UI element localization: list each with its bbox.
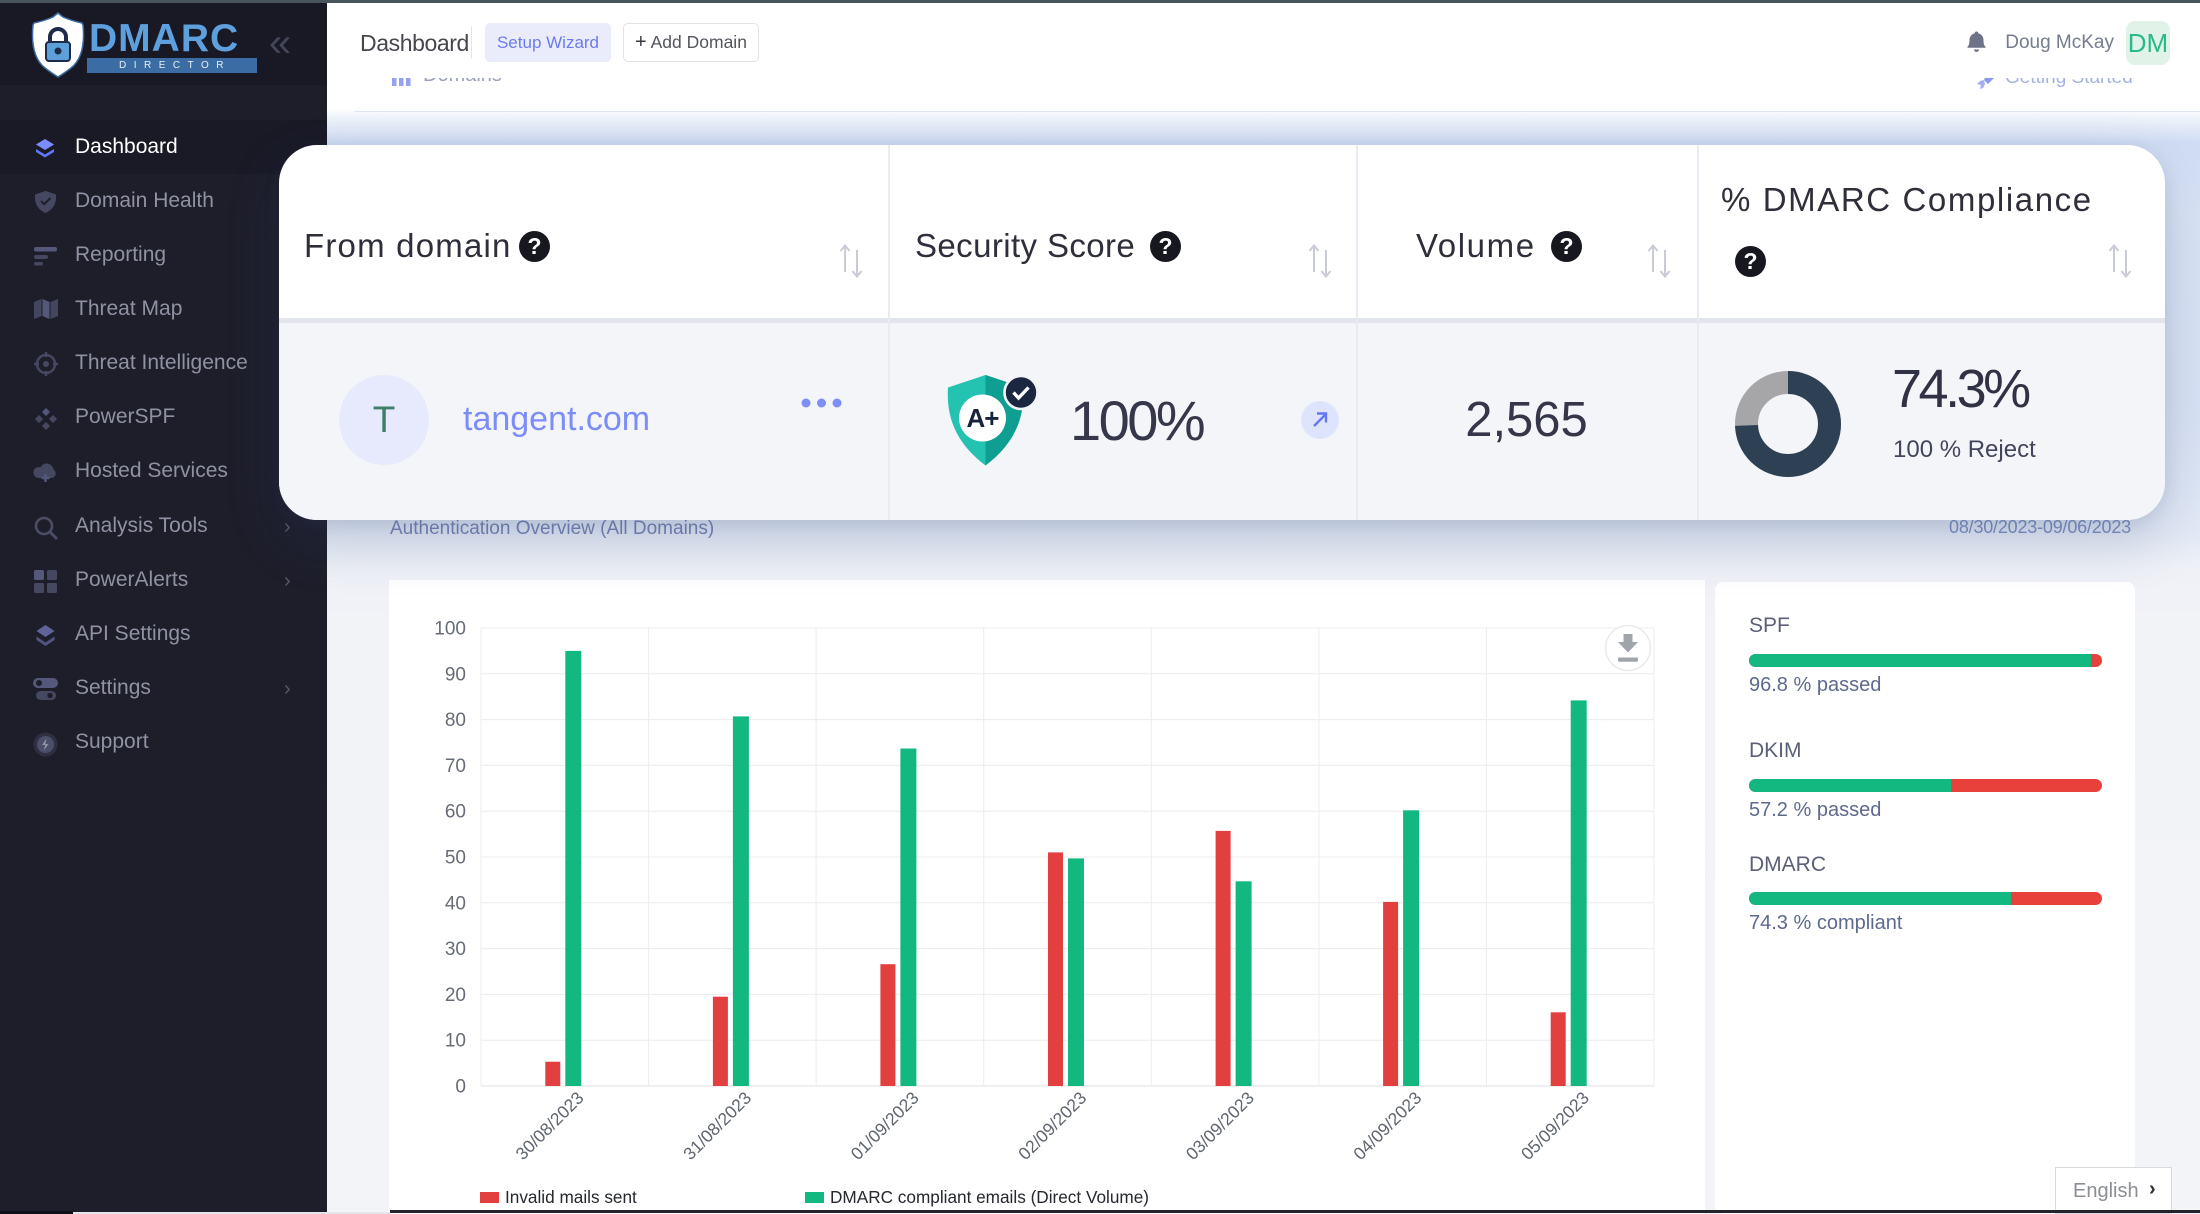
- svg-text:40: 40: [445, 893, 466, 914]
- svg-text:0: 0: [455, 1077, 466, 1098]
- svg-text:A+: A+: [967, 403, 1000, 433]
- svg-text:10: 10: [445, 1031, 466, 1052]
- svg-text:DMARC compliant emails (Direct: DMARC compliant emails (Direct Volume): [830, 1187, 1149, 1207]
- svg-text:60: 60: [445, 802, 466, 823]
- svg-text:20: 20: [445, 985, 466, 1006]
- svg-text:90: 90: [445, 664, 466, 685]
- svg-text:80: 80: [445, 710, 466, 731]
- svg-text:30: 30: [445, 939, 466, 960]
- svg-text:100: 100: [434, 619, 466, 640]
- svg-text:Invalid mails sent: Invalid mails sent: [505, 1187, 637, 1207]
- svg-text:70: 70: [445, 756, 466, 777]
- svg-text:50: 50: [445, 848, 466, 869]
